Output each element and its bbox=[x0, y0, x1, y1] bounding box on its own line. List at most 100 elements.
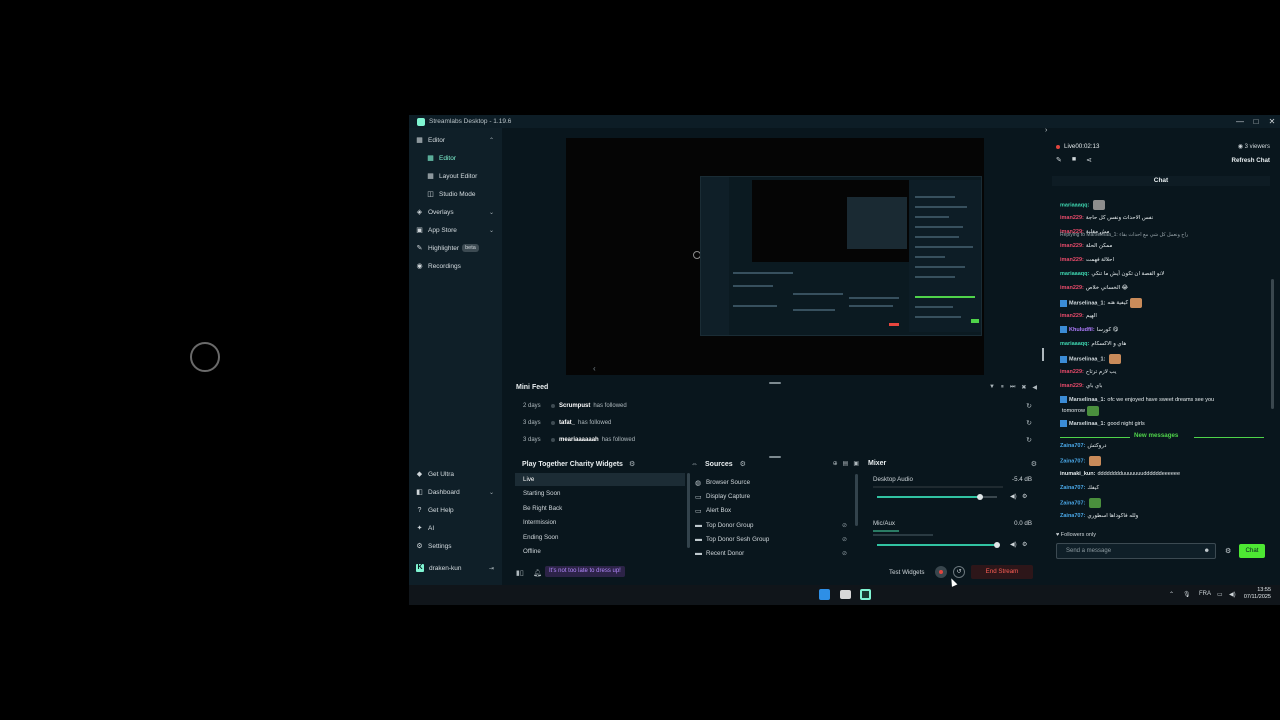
close-button[interactable]: ✕ bbox=[1264, 115, 1280, 128]
mute-alerts-icon[interactable]: ✖ bbox=[1021, 384, 1026, 391]
video-icon[interactable]: ■ bbox=[1072, 156, 1076, 164]
chat-username[interactable]: iman229: bbox=[1060, 257, 1084, 263]
maximize-button[interactable]: □ bbox=[1248, 115, 1264, 128]
preview-canvas[interactable] bbox=[566, 138, 984, 375]
sidebar-item-get-help[interactable]: ? Get Help bbox=[409, 503, 502, 517]
chat-username[interactable]: iman229: bbox=[1060, 285, 1084, 291]
gear-icon[interactable]: ⚙ bbox=[1225, 547, 1231, 555]
scene-item[interactable]: Be Right Back bbox=[515, 502, 685, 515]
sources-scrollbar[interactable] bbox=[855, 474, 858, 526]
record-button[interactable] bbox=[935, 566, 947, 578]
chat-username[interactable]: Zaina707: bbox=[1060, 500, 1085, 506]
scene-switch-icon[interactable]: ⇔ bbox=[691, 461, 698, 468]
repeat-alert-icon[interactable]: ↻ bbox=[1026, 419, 1032, 427]
visibility-off-icon[interactable]: ⊘ bbox=[842, 522, 847, 529]
bell-icon[interactable]: 🔔︎ bbox=[533, 569, 542, 577]
chat-username[interactable]: Marselinaa_1: bbox=[1069, 356, 1105, 362]
chat-username[interactable]: inumaki_kun: bbox=[1060, 471, 1095, 477]
stats-icon[interactable]: ▮▯ bbox=[516, 569, 524, 577]
sidebar-item-recordings[interactable]: ◉ Recordings bbox=[409, 259, 502, 273]
scene-collection-title[interactable]: Play Together Charity Widgets bbox=[522, 461, 623, 468]
system-clock[interactable]: 13:55 07/11/2025 bbox=[1244, 587, 1271, 601]
scene-item[interactable]: Ending Soon bbox=[515, 531, 685, 544]
sidebar-item-dashboard[interactable]: ◧ Dashboard ⌄ bbox=[409, 485, 502, 499]
visibility-off-icon[interactable]: ⊘ bbox=[842, 550, 847, 557]
volume-icon[interactable]: ◀ bbox=[1032, 384, 1037, 391]
chat-username[interactable]: Zaina707: bbox=[1060, 458, 1085, 464]
speaker-icon[interactable]: ◀) bbox=[1010, 541, 1017, 548]
sidebar-item-editor[interactable]: ▦ Editor ⌃ bbox=[409, 133, 502, 147]
chat-username[interactable]: Khuludfil: bbox=[1069, 327, 1095, 333]
chevron-up-icon[interactable]: ⌃ bbox=[1169, 591, 1174, 598]
source-item[interactable]: ▬ Recent Donor ⊘ bbox=[695, 547, 847, 560]
end-stream-button[interactable]: End Stream bbox=[971, 565, 1033, 579]
source-item[interactable]: ▭ Alert Box bbox=[695, 504, 847, 517]
chat-username[interactable]: iman229: bbox=[1060, 215, 1084, 221]
share-icon[interactable]: ⋖ bbox=[1086, 156, 1092, 164]
sidebar-user[interactable]: K draken-kun ⇥ bbox=[409, 561, 502, 575]
source-item[interactable]: ▬ Top Donor Sesh Group ⊘ bbox=[695, 533, 847, 546]
title-bar[interactable]: Streamlabs Desktop - 1.19.6 — □ ✕ bbox=[409, 115, 1280, 128]
chevron-right-icon[interactable]: › bbox=[1045, 127, 1047, 134]
speaker-icon[interactable]: ◀) bbox=[1010, 493, 1017, 500]
gear-icon[interactable]: ⚙ bbox=[629, 460, 635, 468]
volume-slider-knob[interactable] bbox=[977, 494, 984, 500]
chat-input[interactable]: Send a message ☻ bbox=[1056, 543, 1216, 559]
panel-resize-handle[interactable] bbox=[1042, 348, 1044, 361]
scene-item[interactable]: Live bbox=[515, 473, 685, 486]
chat-username[interactable]: Zaina707: bbox=[1060, 485, 1085, 491]
volume-slider[interactable] bbox=[877, 542, 1000, 548]
chat-username[interactable]: Marselinaa_1: bbox=[1069, 300, 1105, 306]
chat-scrollbar[interactable] bbox=[1271, 279, 1274, 409]
streamlabs-taskbar-icon[interactable] bbox=[860, 589, 871, 600]
chat-send-button[interactable]: Chat bbox=[1239, 544, 1265, 558]
sidebar-item-get-ultra[interactable]: ◆ Get Ultra bbox=[409, 467, 502, 481]
logout-icon[interactable]: ⇥ bbox=[489, 565, 494, 572]
add-folder-icon[interactable]: ▤ bbox=[843, 460, 849, 467]
refresh-chat-button[interactable]: Refresh Chat bbox=[1231, 157, 1270, 164]
test-widgets-button[interactable]: Test Widgets bbox=[889, 569, 924, 576]
scene-item[interactable]: Offline bbox=[515, 545, 685, 558]
scene-item[interactable]: Intermission bbox=[515, 516, 685, 529]
chat-username[interactable]: iman229: bbox=[1060, 383, 1084, 389]
sidebar-item-settings[interactable]: ⚙ Settings bbox=[409, 539, 502, 553]
chat-username[interactable]: mariaaaqq: bbox=[1060, 202, 1089, 208]
speaker-icon[interactable]: ◀) bbox=[1229, 591, 1236, 598]
chat-username[interactable]: iman229: bbox=[1060, 369, 1084, 375]
gear-icon[interactable]: ⚙ bbox=[1022, 541, 1027, 548]
pause-icon[interactable]: ⏸ bbox=[1001, 384, 1004, 391]
chat-username[interactable]: Marselinaa_1: bbox=[1069, 421, 1105, 427]
source-item[interactable]: ▭ Display Capture bbox=[695, 490, 847, 503]
visibility-off-icon[interactable]: ⊘ bbox=[842, 536, 847, 543]
source-properties-icon[interactable]: ▣ bbox=[853, 460, 859, 467]
gear-icon[interactable]: ⚙ bbox=[1031, 460, 1037, 468]
network-icon[interactable]: ▭ bbox=[1217, 591, 1223, 598]
sidebar-subitem-studio-mode[interactable]: ◫ Studio Mode bbox=[409, 187, 502, 201]
chevron-left-icon[interactable]: ‹ bbox=[593, 364, 596, 373]
gear-icon[interactable]: ⚙ bbox=[1022, 493, 1027, 500]
repeat-alert-icon[interactable]: ↻ bbox=[1026, 436, 1032, 444]
sidebar-item-overlays[interactable]: ◈ Overlays ⌄ bbox=[409, 205, 502, 219]
volume-slider-knob[interactable] bbox=[994, 542, 1000, 548]
filter-icon[interactable]: ▼ bbox=[989, 384, 995, 391]
chat-username[interactable]: mariaaaqq: bbox=[1060, 271, 1089, 277]
sidebar-item-ai[interactable]: ✦ AI bbox=[409, 521, 502, 535]
language-indicator[interactable]: FRA bbox=[1199, 591, 1211, 597]
microphone-icon[interactable]: 🎙︎ bbox=[1183, 591, 1191, 598]
emote-picker-icon[interactable]: ☻ bbox=[1204, 544, 1210, 558]
sidebar-subitem-editor[interactable]: ▦ Editor bbox=[409, 151, 502, 165]
gear-icon[interactable]: ⚙ bbox=[740, 460, 746, 468]
chat-username[interactable]: iman229: bbox=[1060, 313, 1084, 319]
source-item[interactable]: ▬ Top Donor Group ⊘ bbox=[695, 519, 847, 532]
sidebar-item-app-store[interactable]: ▣ App Store ⌄ bbox=[409, 223, 502, 237]
add-source-icon[interactable]: ⊕ bbox=[833, 460, 838, 467]
chat-username[interactable]: Marselinaa_1: bbox=[1069, 397, 1105, 403]
skip-icon[interactable]: ⏭ bbox=[1010, 384, 1015, 391]
scene-item[interactable]: Starting Soon bbox=[515, 487, 685, 500]
edit-stream-info-icon[interactable]: ✎ bbox=[1056, 156, 1062, 164]
volume-slider[interactable] bbox=[877, 494, 997, 500]
windows-start-icon[interactable] bbox=[819, 589, 830, 600]
sidebar-subitem-layout-editor[interactable]: ▦ Layout Editor bbox=[409, 169, 502, 183]
replay-buffer-icon[interactable]: ↺ bbox=[953, 566, 965, 578]
file-explorer-icon[interactable] bbox=[840, 590, 851, 599]
